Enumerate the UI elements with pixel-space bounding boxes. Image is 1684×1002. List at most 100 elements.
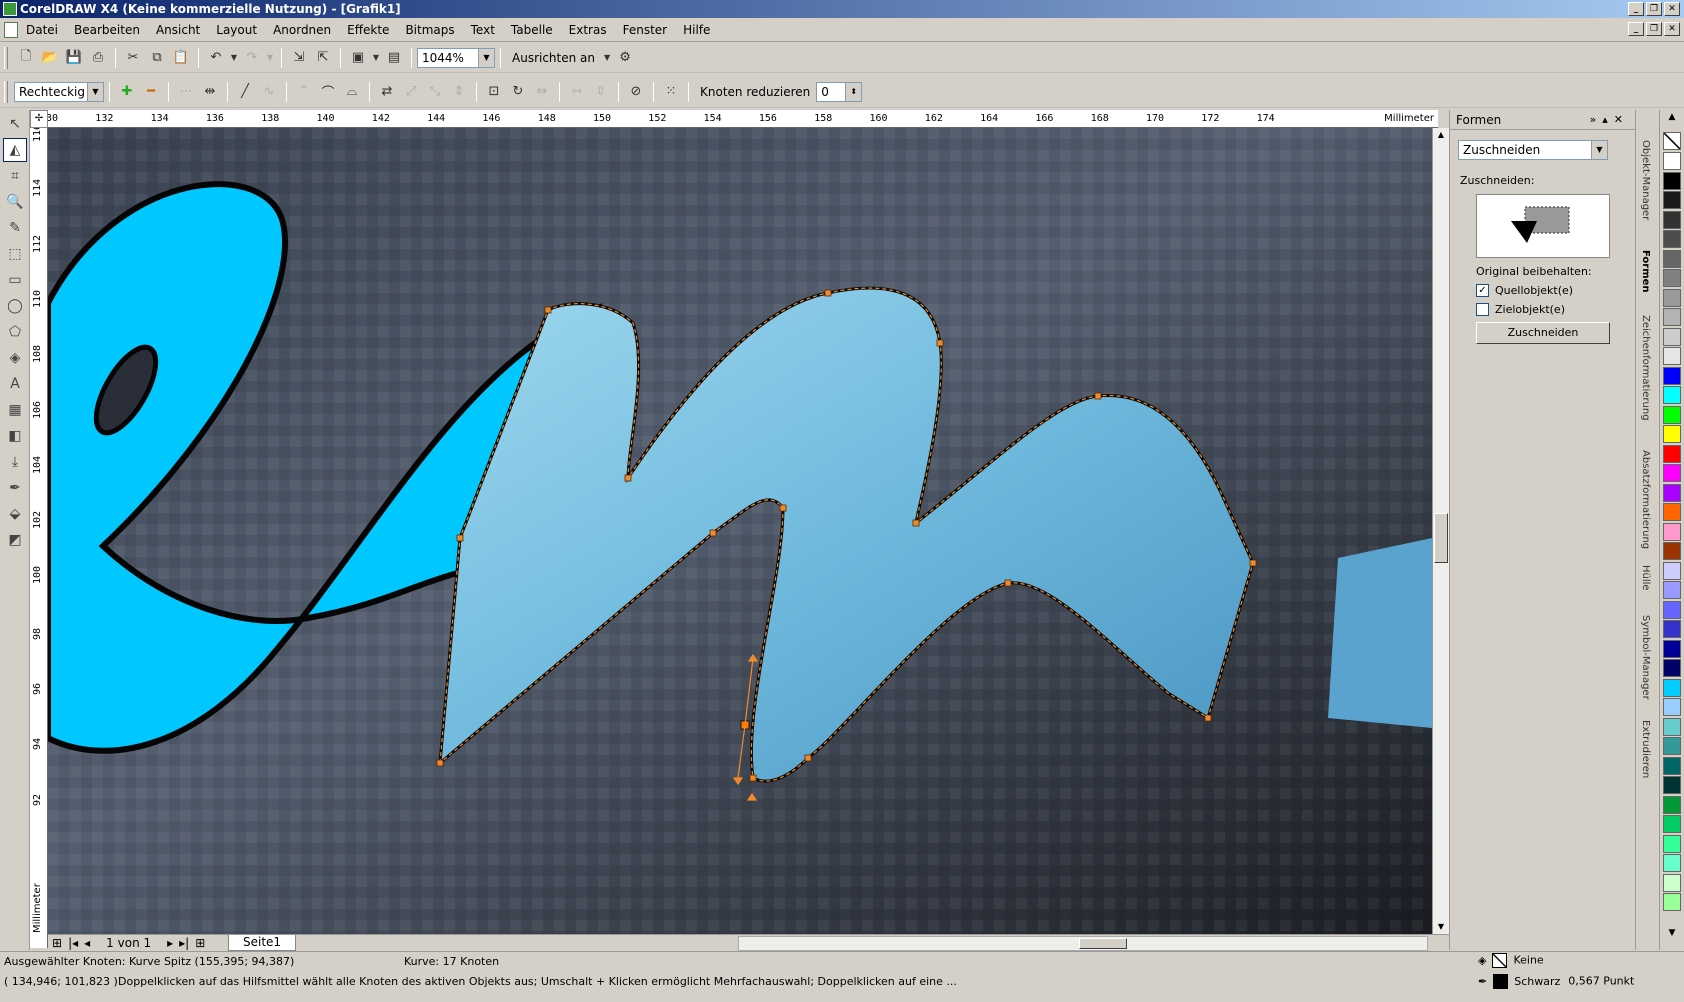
add-page-after-icon[interactable]: ⊞ — [195, 936, 205, 950]
zoom-tool-icon[interactable]: 🔍 — [3, 190, 27, 214]
tab-symbol-manager[interactable]: Symbol-Manager — [1640, 615, 1651, 700]
node[interactable] — [1094, 392, 1102, 400]
ruler-origin[interactable]: ✢ — [30, 110, 48, 128]
rectangle-tool-icon[interactable]: ▭ — [3, 268, 27, 292]
redo-dropdown-icon[interactable]: ▼ — [265, 47, 275, 69]
menu-extras[interactable]: Extras — [569, 23, 607, 37]
fill-bucket-icon[interactable]: ⬙ — [3, 502, 27, 526]
paste-icon[interactable]: 📋 — [170, 47, 192, 69]
save-icon[interactable]: 💾 — [63, 47, 85, 69]
color-swatch[interactable] — [1663, 483, 1681, 502]
to-curve-icon[interactable]: ∿ — [258, 81, 280, 103]
color-swatch[interactable] — [1663, 405, 1681, 424]
reverse-direction-icon[interactable]: ⇄ — [376, 81, 398, 103]
freehand-tool-icon[interactable]: ✎ — [3, 216, 27, 240]
shape-tool-icon[interactable]: ◭ — [3, 138, 27, 162]
color-swatch[interactable] — [1663, 854, 1681, 872]
table-tool-icon[interactable]: ▦ — [3, 398, 27, 422]
color-swatch[interactable] — [1663, 347, 1681, 365]
doc-close-button[interactable]: ✕ — [1664, 22, 1680, 36]
ellipse-tool-icon[interactable]: ◯ — [3, 294, 27, 318]
basic-shapes-icon[interactable]: ◈ — [3, 346, 27, 370]
menu-tabelle[interactable]: Tabelle — [511, 23, 553, 37]
chevron-down-icon[interactable]: ▼ — [87, 82, 103, 101]
interactive-fill-icon[interactable]: ◩ — [3, 528, 27, 552]
color-swatch[interactable] — [1663, 464, 1681, 482]
node[interactable] — [1249, 559, 1257, 567]
checkbox-checked[interactable]: ✓ — [1476, 284, 1489, 297]
snap-to-button[interactable]: Ausrichten an — [512, 51, 595, 65]
fill-indicator[interactable]: ◈ Keine — [1478, 953, 1544, 968]
menu-ansicht[interactable]: Ansicht — [156, 23, 200, 37]
close-button[interactable]: ✕ — [1664, 2, 1680, 16]
color-swatch[interactable] — [1663, 717, 1681, 736]
menu-bearbeiten[interactable]: Bearbeiten — [74, 23, 140, 37]
outline-indicator[interactable]: ✒ Schwarz 0,567 Punkt — [1478, 974, 1634, 989]
palette-scroll-up-icon[interactable]: ▲ — [1663, 112, 1681, 130]
color-swatch[interactable] — [1663, 152, 1681, 170]
color-swatch[interactable] — [1663, 288, 1681, 307]
color-swatch[interactable] — [1663, 561, 1681, 580]
import-icon[interactable]: ⇲ — [288, 47, 310, 69]
elastic-mode-icon[interactable]: ⊘ — [625, 81, 647, 103]
page-tab[interactable]: Seite1 — [228, 935, 297, 951]
node[interactable] — [912, 519, 920, 527]
interactive-blend-icon[interactable]: ◧ — [3, 424, 27, 448]
node[interactable] — [456, 534, 464, 542]
node[interactable] — [779, 504, 787, 512]
smart-fill-icon[interactable]: ⬚ — [3, 242, 27, 266]
new-document-icon[interactable]: 🗋 — [15, 47, 37, 69]
color-swatch[interactable] — [1663, 425, 1681, 443]
color-swatch[interactable] — [1663, 522, 1681, 541]
undo-dropdown-icon[interactable]: ▼ — [229, 47, 239, 69]
polygon-tool-icon[interactable]: ⬠ — [3, 320, 27, 344]
cut-icon[interactable]: ✂ — [122, 47, 144, 69]
node[interactable] — [709, 529, 717, 537]
last-page-icon[interactable]: ▸| — [179, 936, 189, 950]
redo-icon[interactable]: ↷ — [241, 47, 263, 69]
pick-tool-icon[interactable]: ↖ — [3, 112, 27, 136]
vertical-scroll-thumb[interactable] — [1434, 513, 1448, 563]
color-swatch[interactable] — [1663, 620, 1681, 638]
color-swatch[interactable] — [1663, 834, 1681, 853]
horizontal-ruler[interactable]: 130 132 134 136 138 140 142 144 146 148 150 152 154 1… — [48, 110, 1438, 128]
tab-shaping[interactable]: Formen — [1640, 250, 1651, 293]
selection-mode-combo[interactable]: Rechteckig ▼ — [14, 81, 104, 102]
color-swatch[interactable] — [1663, 444, 1681, 463]
restore-button[interactable]: ❐ — [1646, 2, 1662, 16]
color-swatch[interactable] — [1663, 230, 1681, 248]
color-swatch[interactable] — [1663, 191, 1681, 209]
color-swatch[interactable] — [1663, 327, 1681, 346]
color-swatch[interactable] — [1663, 249, 1681, 268]
horizontal-scroll-thumb[interactable] — [1079, 938, 1127, 949]
source-objects-checkbox[interactable]: ✓ Quellobjekt(e) — [1476, 284, 1573, 297]
node[interactable] — [1004, 579, 1012, 587]
color-swatch[interactable] — [1663, 893, 1681, 911]
checkbox-unchecked[interactable] — [1476, 303, 1489, 316]
minimize-button[interactable]: _ — [1628, 2, 1644, 16]
welcome-screen-icon[interactable]: ▤ — [383, 47, 405, 69]
docker-controls[interactable]: »▴✕ — [1590, 110, 1629, 130]
color-swatch[interactable] — [1663, 269, 1681, 287]
node[interactable] — [749, 774, 757, 782]
color-swatch[interactable] — [1663, 678, 1681, 697]
doc-restore-button[interactable]: ❐ — [1646, 22, 1662, 36]
break-curve-icon[interactable]: ⇹ — [199, 81, 221, 103]
node[interactable] — [1204, 714, 1212, 722]
menu-bitmaps[interactable]: Bitmaps — [405, 23, 454, 37]
vertical-ruler[interactable]: 116 114 112 110 108 106 104 102 100 98 96 94 92 Milli… — [30, 128, 48, 948]
node[interactable] — [824, 289, 832, 297]
chevron-down-icon[interactable]: ▼ — [1591, 141, 1607, 159]
next-page-icon[interactable]: ▸ — [167, 936, 173, 950]
menu-anordnen[interactable]: Anordnen — [273, 23, 331, 37]
menu-text[interactable]: Text — [471, 23, 495, 37]
app-launcher-dropdown-icon[interactable]: ▼ — [371, 47, 381, 69]
open-folder-icon[interactable]: 📂 — [39, 47, 61, 69]
symmetric-node-icon[interactable]: ⌓ — [341, 81, 363, 103]
horizontal-scrollbar[interactable] — [738, 936, 1428, 951]
align-nodes-icon[interactable]: ⇔ — [531, 81, 553, 103]
scale-nodes-icon[interactable]: ⊡ — [483, 81, 505, 103]
print-icon[interactable]: ⎙ — [87, 47, 109, 69]
extract-subpath-icon[interactable]: ⤡ — [424, 81, 446, 103]
outline-pen-icon[interactable]: ✒ — [3, 476, 27, 500]
